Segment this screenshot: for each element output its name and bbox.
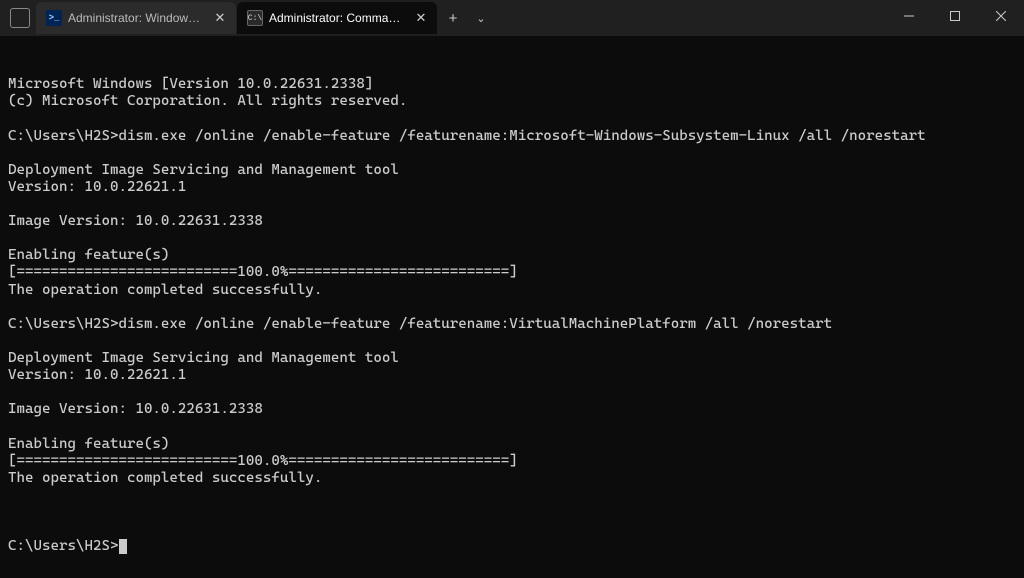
terminal-line: The operation completed successfully. xyxy=(8,470,1016,487)
terminal-line: The operation completed successfully. xyxy=(8,282,1016,299)
terminal-line xyxy=(8,196,1016,213)
maximize-button[interactable] xyxy=(932,0,978,32)
terminal-prompt-line: C:\Users\H2S> xyxy=(8,538,1016,555)
terminal-line: [==========================100.0%=======… xyxy=(8,453,1016,470)
cmd-icon: C:\ xyxy=(247,10,263,26)
terminal-line: Enabling feature(s) xyxy=(8,436,1016,453)
terminal-line: C:\Users\H2S>dism.exe /online /enable-fe… xyxy=(8,316,1016,333)
terminal-line: Microsoft Windows [Version 10.0.22631.23… xyxy=(8,76,1016,93)
tab-close-button[interactable]: ✕ xyxy=(212,10,228,26)
terminal-line: C:\Users\H2S>dism.exe /online /enable-fe… xyxy=(8,128,1016,145)
maximize-icon xyxy=(950,11,960,21)
terminal-line: [==========================100.0%=======… xyxy=(8,264,1016,281)
app-menu-icon[interactable] xyxy=(10,8,30,28)
close-icon xyxy=(996,11,1006,21)
terminal-cursor xyxy=(119,539,127,554)
terminal-output[interactable]: Microsoft Windows [Version 10.0.22631.23… xyxy=(0,36,1024,578)
terminal-line xyxy=(8,110,1016,127)
tab-inactive[interactable]: >_ Administrator: Windows Power ✕ xyxy=(36,2,236,34)
minimize-icon xyxy=(904,11,914,21)
terminal-line: Version: 10.0.22621.1 xyxy=(8,367,1016,384)
tab-label: Administrator: Command Pro xyxy=(269,11,407,25)
terminal-line: Image Version: 10.0.22631.2338 xyxy=(8,401,1016,418)
tabs-area: >_ Administrator: Windows Power ✕ C:\ Admini… xyxy=(0,0,886,36)
titlebar: >_ Administrator: Windows Power ✕ C:\ Admini… xyxy=(0,0,1024,36)
powershell-icon: >_ xyxy=(46,10,62,26)
minimize-button[interactable] xyxy=(886,0,932,32)
tab-active[interactable]: C:\ Administrator: Command Pro ✕ xyxy=(237,2,437,34)
terminal-lines: Microsoft Windows [Version 10.0.22631.23… xyxy=(8,76,1016,504)
terminal-prompt: C:\Users\H2S> xyxy=(8,538,118,554)
tabs-container: >_ Administrator: Windows Power ✕ C:\ Admini… xyxy=(36,0,438,36)
tab-label: Administrator: Windows Power xyxy=(68,11,206,25)
terminal-line xyxy=(8,230,1016,247)
terminal-line xyxy=(8,145,1016,162)
terminal-line xyxy=(8,333,1016,350)
terminal-line: Deployment Image Servicing and Managemen… xyxy=(8,162,1016,179)
close-window-button[interactable] xyxy=(978,0,1024,32)
new-tab-button[interactable]: + xyxy=(438,3,468,33)
window-controls xyxy=(886,0,1024,36)
terminal-line xyxy=(8,487,1016,504)
terminal-line xyxy=(8,299,1016,316)
terminal-line: Image Version: 10.0.22631.2338 xyxy=(8,213,1016,230)
tab-dropdown-button[interactable]: ⌄ xyxy=(468,3,494,33)
terminal-line: Version: 10.0.22621.1 xyxy=(8,179,1016,196)
terminal-line: Deployment Image Servicing and Managemen… xyxy=(8,350,1016,367)
terminal-line xyxy=(8,418,1016,435)
terminal-line xyxy=(8,384,1016,401)
terminal-line: (c) Microsoft Corporation. All rights re… xyxy=(8,93,1016,110)
terminal-line: Enabling feature(s) xyxy=(8,247,1016,264)
tab-close-button[interactable]: ✕ xyxy=(413,10,429,26)
